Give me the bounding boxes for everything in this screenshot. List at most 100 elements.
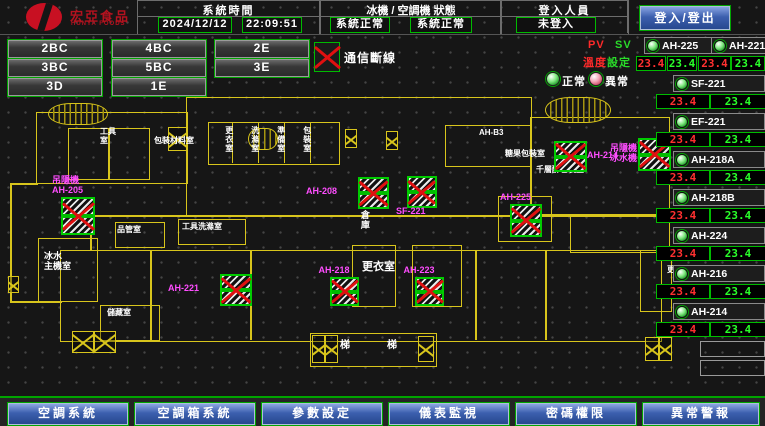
elevator-x-icon: [659, 337, 673, 361]
equipment-tag-label: AH-208: [306, 186, 337, 196]
floor-button-3E[interactable]: 3E: [215, 59, 309, 77]
unit-name-label: AH-218B: [691, 192, 735, 204]
sidebar-unit-AH-224[interactable]: AH-224: [673, 227, 765, 244]
plan-room-label: 準備室: [276, 126, 285, 153]
elevator-x-icon: [8, 276, 19, 293]
equipment-AH-223[interactable]: [415, 277, 444, 306]
unit-name-label: AH-214: [691, 306, 727, 318]
elevator-shaft: [345, 129, 357, 148]
sidebar-empty-slot: [700, 360, 765, 376]
unit-name-label: SF-221: [691, 78, 725, 90]
unit-sv-value: 23.4: [710, 94, 765, 109]
elevator-shaft: [8, 276, 19, 293]
login-logout-button[interactable]: 登入/登出: [640, 6, 730, 30]
sidebar-unit-AH-214[interactable]: AH-214: [673, 303, 765, 320]
plan-room-label: 工具 室: [100, 128, 116, 146]
unit-status-led-icon: [676, 154, 688, 166]
sidebar-unit-SF-221[interactable]: SF-221: [673, 75, 765, 92]
plan-room-label: 冰水 主機室: [44, 252, 71, 272]
sidebar-unit-AH-221A[interactable]: AH-221A: [711, 37, 765, 54]
hmi-screen: 宏亞食品 HUNYA FOODS 系統時間 2024/12/12 22:09:5…: [0, 0, 765, 426]
machine-status-label: 冰機 / 空調機 狀態: [321, 2, 501, 17]
sidebar-unit-EF-221[interactable]: EF-221: [673, 113, 765, 130]
equipment-AH-218[interactable]: [330, 277, 359, 306]
equipment-tag-label: SF-221: [396, 206, 426, 216]
sidebar-unit-AH-218A[interactable]: AH-218A: [673, 151, 765, 168]
stairs-icon: [545, 97, 611, 123]
nav-parameter-settings[interactable]: 參數設定: [262, 403, 382, 425]
floor-button-3BC[interactable]: 3BC: [8, 59, 102, 77]
plan-room-outline: [570, 215, 670, 253]
plan-wall-line: [475, 250, 477, 340]
sidebar-unit-AH-225[interactable]: AH-225: [644, 37, 712, 54]
floor-button-5BC[interactable]: 5BC: [112, 59, 206, 77]
equipment-SF-221[interactable]: [407, 176, 437, 208]
comm-loss-label: 通信斷線: [344, 49, 396, 66]
normal-led-icon: [546, 72, 560, 86]
brand-logo-icon: [26, 3, 62, 31]
header-separator: [0, 34, 765, 35]
equipment-AH-208[interactable]: [358, 177, 389, 209]
plan-room-label: 更衣室: [224, 126, 233, 153]
equipment-AH-205[interactable]: [61, 197, 95, 235]
unit-status-led-icon: [647, 40, 659, 52]
floor-button-1E[interactable]: 1E: [112, 78, 206, 96]
sidebar-empty-slot: [700, 341, 765, 357]
unit-sv-value: 23.4: [710, 322, 765, 337]
sidebar-unit-AH-216[interactable]: AH-216: [673, 265, 765, 282]
nav-meter-monitoring[interactable]: 儀表監視: [389, 403, 509, 425]
floor-button-2E[interactable]: 2E: [215, 40, 309, 58]
plan-room-label: 梯: [387, 340, 397, 351]
equipment-tag-label: 吊隱機 冰水機: [610, 143, 637, 163]
unit-name-label: EF-221: [691, 116, 725, 128]
floor-button-3D[interactable]: 3D: [8, 78, 102, 96]
elevator-x-icon: [94, 331, 116, 353]
floor-button-4BC[interactable]: 4BC: [112, 40, 206, 58]
unit-pv-value: 23.4: [656, 208, 710, 223]
sidebar-unit-AH-218B[interactable]: AH-218B: [673, 189, 765, 206]
abnormal-label: 異常: [605, 73, 629, 89]
unit-sv-value: 23.4: [710, 208, 765, 223]
floor-button-2BC[interactable]: 2BC: [8, 40, 102, 58]
plan-wall-line: [90, 215, 668, 217]
unit-sv-value: 23.4: [731, 56, 765, 71]
unit-pv-value: 23.4: [656, 246, 710, 261]
unit-pv-value: 23.4: [656, 132, 710, 147]
comm-loss-icon: [314, 42, 340, 72]
equipment-AH-225[interactable]: [510, 204, 542, 237]
unit-pv-value: 23.4: [656, 170, 710, 185]
plan-room-label: 更衣室: [362, 261, 395, 273]
brand-name-en: HUNYA FOODS: [71, 21, 126, 27]
unit-sv-value: 23.4: [710, 132, 765, 147]
unit-name-label: AH-221A: [729, 40, 765, 52]
plan-room-label: 品管室: [117, 226, 141, 235]
plan-room-label: 糖果包裝室: [505, 150, 545, 159]
plan-wall-line: [150, 250, 152, 340]
nav-abnormal-alarm[interactable]: 異常警報: [643, 403, 759, 425]
nav-ac-system[interactable]: 空調系統: [8, 403, 128, 425]
plan-room-label: 包裝材料室: [154, 137, 194, 146]
temp-setting-label-green: 設定: [607, 54, 631, 70]
plan-room-label: 洗滌室: [250, 126, 259, 153]
elevator-x-icon: [72, 331, 94, 353]
plan-room-label: 儲藏室: [107, 309, 131, 318]
equipment-AH-214[interactable]: [554, 141, 587, 172]
plan-room-label: 包裝室: [302, 126, 311, 153]
login-user-label: 登入人員: [501, 2, 628, 17]
unit-status-led-icon: [676, 116, 688, 128]
equipment-tag-label: AH-218: [319, 265, 350, 275]
equipment-AH-221[interactable]: [220, 274, 252, 306]
unit-name-label: AH-224: [691, 230, 727, 242]
unit-sv-value: 23.4: [667, 56, 697, 71]
abnormal-led-icon: [589, 72, 603, 86]
unit-status-led-icon: [676, 78, 688, 90]
elevator-x-icon: [325, 335, 338, 363]
ahu-status-value: 系統正常: [410, 17, 472, 33]
stairs-icon: [48, 103, 108, 125]
nav-ahu-system[interactable]: 空調箱系統: [135, 403, 255, 425]
nav-password-permission[interactable]: 密碼權限: [516, 403, 636, 425]
elevator-x-icon: [345, 129, 357, 148]
equipment-tag-label: AH-225: [500, 192, 531, 202]
unit-pv-value: 23.4: [656, 94, 710, 109]
login-user-value: 未登入: [516, 17, 596, 33]
